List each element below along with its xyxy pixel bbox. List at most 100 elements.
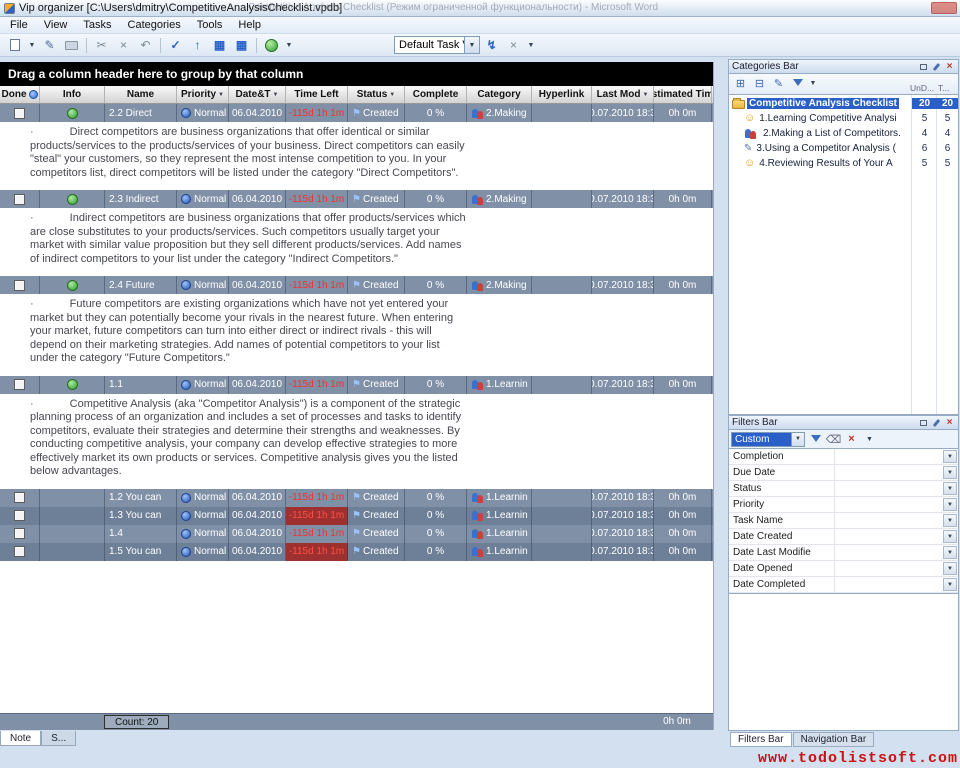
menu-file[interactable]: File bbox=[2, 18, 36, 32]
restore-panel-icon[interactable] bbox=[918, 61, 929, 72]
filter-categories-icon[interactable] bbox=[789, 76, 806, 91]
done-checkbox[interactable] bbox=[14, 528, 25, 539]
chevron-down-icon[interactable]: ▼ bbox=[943, 546, 957, 559]
complete-task-icon[interactable]: ✓ bbox=[165, 36, 186, 55]
title-bar[interactable]: Vip organizer [C:\Users\dmitry\Competiti… bbox=[0, 0, 960, 17]
chevron-down-icon[interactable]: ▼ bbox=[791, 433, 804, 446]
chevron-down-icon[interactable]: ▼ bbox=[943, 482, 957, 495]
filter-value-combo[interactable]: ▼ bbox=[835, 561, 958, 576]
filter-dropdown-icon[interactable]: ▼ bbox=[389, 92, 395, 98]
filter-value-combo[interactable]: ▼ bbox=[835, 529, 958, 544]
tab-navigation-bar[interactable]: Navigation Bar bbox=[793, 732, 875, 747]
print-icon[interactable] bbox=[61, 36, 82, 55]
column-header-priority[interactable]: Priority▼ bbox=[177, 86, 229, 103]
menu-view[interactable]: View bbox=[36, 18, 76, 32]
apply-filter-icon[interactable] bbox=[808, 432, 823, 447]
tab-note[interactable]: Note bbox=[0, 731, 41, 746]
filter-value-combo[interactable]: ▼ bbox=[835, 545, 958, 560]
cut-icon[interactable]: ✂ bbox=[91, 36, 112, 55]
category-row[interactable]: ✎ 3.Using a Competitor Analysis ( 6 6 bbox=[729, 141, 958, 156]
task-row[interactable]: 2.4 Future Normal 06.04.2010 -115d 1h 1m… bbox=[0, 276, 713, 294]
new-task-dropdown-icon[interactable]: ▼ bbox=[26, 36, 38, 55]
clear-filter-icon[interactable]: ⌫ bbox=[826, 432, 841, 447]
filter-dropdown-icon[interactable]: ▼ bbox=[642, 92, 648, 98]
column-header-estimated-time[interactable]: stimated Tim bbox=[654, 86, 712, 103]
undo-icon[interactable]: ↶ bbox=[135, 36, 156, 55]
filter-value-combo[interactable]: ▼ bbox=[835, 481, 958, 496]
column-header-complete[interactable]: Complete bbox=[405, 86, 467, 103]
done-checkbox[interactable] bbox=[14, 492, 25, 503]
filter-dropdown-icon[interactable]: ▼ bbox=[273, 92, 279, 98]
remove-filter-icon[interactable]: × bbox=[844, 432, 859, 447]
task-row[interactable]: 1.2 You can Normal 06.04.2010 -115d 1h 1… bbox=[0, 489, 713, 507]
filter-value-combo[interactable]: ▼ bbox=[835, 497, 958, 512]
column-header-date[interactable]: Date&T▼ bbox=[229, 86, 286, 103]
edit-category-icon[interactable]: ✎ bbox=[770, 76, 787, 91]
chevron-down-icon[interactable]: ▼ bbox=[943, 578, 957, 591]
tab-filters-bar[interactable]: Filters Bar bbox=[730, 732, 792, 747]
group-by-bar[interactable]: Drag a column header here to group by th… bbox=[0, 62, 713, 86]
edit-task-icon[interactable]: ✎ bbox=[39, 36, 60, 55]
done-checkbox[interactable] bbox=[14, 280, 25, 291]
done-checkbox[interactable] bbox=[14, 108, 25, 119]
filter-dropdown-icon[interactable]: ▼ bbox=[218, 92, 224, 98]
filter-value-combo[interactable]: ▼ bbox=[835, 449, 958, 464]
column-header-status[interactable]: Status▼ bbox=[348, 86, 405, 103]
tab-s[interactable]: S... bbox=[41, 731, 76, 746]
done-checkbox[interactable] bbox=[14, 379, 25, 390]
filter-value-combo[interactable]: ▼ bbox=[835, 577, 958, 592]
chevron-down-icon[interactable]: ▼ bbox=[943, 530, 957, 543]
view-panels-icon[interactable]: ▦ bbox=[231, 36, 252, 55]
expand-all-icon[interactable]: ⊞ bbox=[732, 76, 749, 91]
task-view-combo[interactable]: Default Task V ▼ bbox=[394, 36, 480, 54]
chevron-down-icon[interactable]: ▼ bbox=[943, 514, 957, 527]
category-row[interactable]: 2.Making a List of Competitors. 4 4 bbox=[729, 126, 958, 141]
task-row[interactable]: 1.5 You can Normal 06.04.2010 -115d 1h 1… bbox=[0, 543, 713, 561]
menu-tools[interactable]: Tools bbox=[189, 18, 231, 32]
done-checkbox[interactable] bbox=[14, 510, 25, 521]
chevron-down-icon[interactable]: ▼ bbox=[943, 466, 957, 479]
category-row-root[interactable]: Competitive Analysis Checklist 20 20 bbox=[729, 96, 958, 111]
new-task-icon[interactable] bbox=[4, 36, 25, 55]
filter-preset-combo[interactable]: Custom ▼ bbox=[731, 432, 805, 447]
task-row[interactable]: 2.3 Indirect Normal 06.04.2010 -115d 1h … bbox=[0, 190, 713, 208]
clear-view-icon[interactable]: × bbox=[503, 36, 524, 55]
done-checkbox[interactable] bbox=[14, 546, 25, 557]
chevron-down-icon[interactable]: ▼ bbox=[464, 37, 479, 53]
filter-value-combo[interactable]: ▼ bbox=[835, 513, 958, 528]
category-row[interactable]: ☺ 4.Reviewing Results of Your A 5 5 bbox=[729, 156, 958, 171]
task-row[interactable]: 1.3 You can Normal 06.04.2010 -115d 1h 1… bbox=[0, 507, 713, 525]
task-row[interactable]: 1.4 Normal 06.04.2010 -115d 1h 1m ⚑Creat… bbox=[0, 525, 713, 543]
sync-dropdown-icon[interactable]: ▼ bbox=[283, 36, 295, 55]
pin-panel-icon[interactable] bbox=[931, 417, 942, 428]
menu-categories[interactable]: Categories bbox=[120, 18, 189, 32]
column-header-info[interactable]: Info bbox=[40, 86, 105, 103]
filter-value-combo[interactable]: ▼ bbox=[835, 465, 958, 480]
view-grid-icon[interactable]: ▦ bbox=[209, 36, 230, 55]
column-header-time-left[interactable]: Time Left bbox=[286, 86, 348, 103]
undone-column-header[interactable]: UnD... bbox=[910, 83, 936, 93]
delete-icon[interactable]: × bbox=[113, 36, 134, 55]
view-options-dropdown-icon[interactable]: ▼ bbox=[525, 36, 537, 55]
column-header-name[interactable]: Name bbox=[105, 86, 177, 103]
done-checkbox[interactable] bbox=[14, 194, 25, 205]
menu-help[interactable]: Help bbox=[230, 18, 269, 32]
column-header-hyperlink[interactable]: Hyperlink bbox=[532, 86, 592, 103]
total-column-header[interactable]: T... bbox=[938, 83, 958, 93]
column-header-category[interactable]: Category bbox=[467, 86, 532, 103]
apply-view-icon[interactable]: ↯ bbox=[481, 36, 502, 55]
close-panel-icon[interactable]: × bbox=[944, 61, 955, 72]
chevron-down-icon[interactable]: ▼ bbox=[943, 450, 957, 463]
category-row[interactable]: ☺ 1.Learning Competitive Analysi 5 5 bbox=[729, 111, 958, 126]
menu-tasks[interactable]: Tasks bbox=[75, 18, 119, 32]
chevron-down-icon[interactable]: ▼ bbox=[943, 562, 957, 575]
column-header-done[interactable]: Done bbox=[0, 86, 40, 103]
move-up-icon[interactable]: ↑ bbox=[187, 36, 208, 55]
sync-icon[interactable] bbox=[261, 36, 282, 55]
collapse-all-icon[interactable]: ⊟ bbox=[751, 76, 768, 91]
pin-panel-icon[interactable] bbox=[931, 61, 942, 72]
task-row[interactable]: 1.1 Normal 06.04.2010 -115d 1h 1m ⚑Creat… bbox=[0, 376, 713, 394]
chevron-down-icon[interactable]: ▼ bbox=[943, 498, 957, 511]
column-header-last-mod[interactable]: Last Mod▼ bbox=[592, 86, 654, 103]
filter-options-dropdown-icon[interactable]: ▼ bbox=[862, 432, 877, 447]
